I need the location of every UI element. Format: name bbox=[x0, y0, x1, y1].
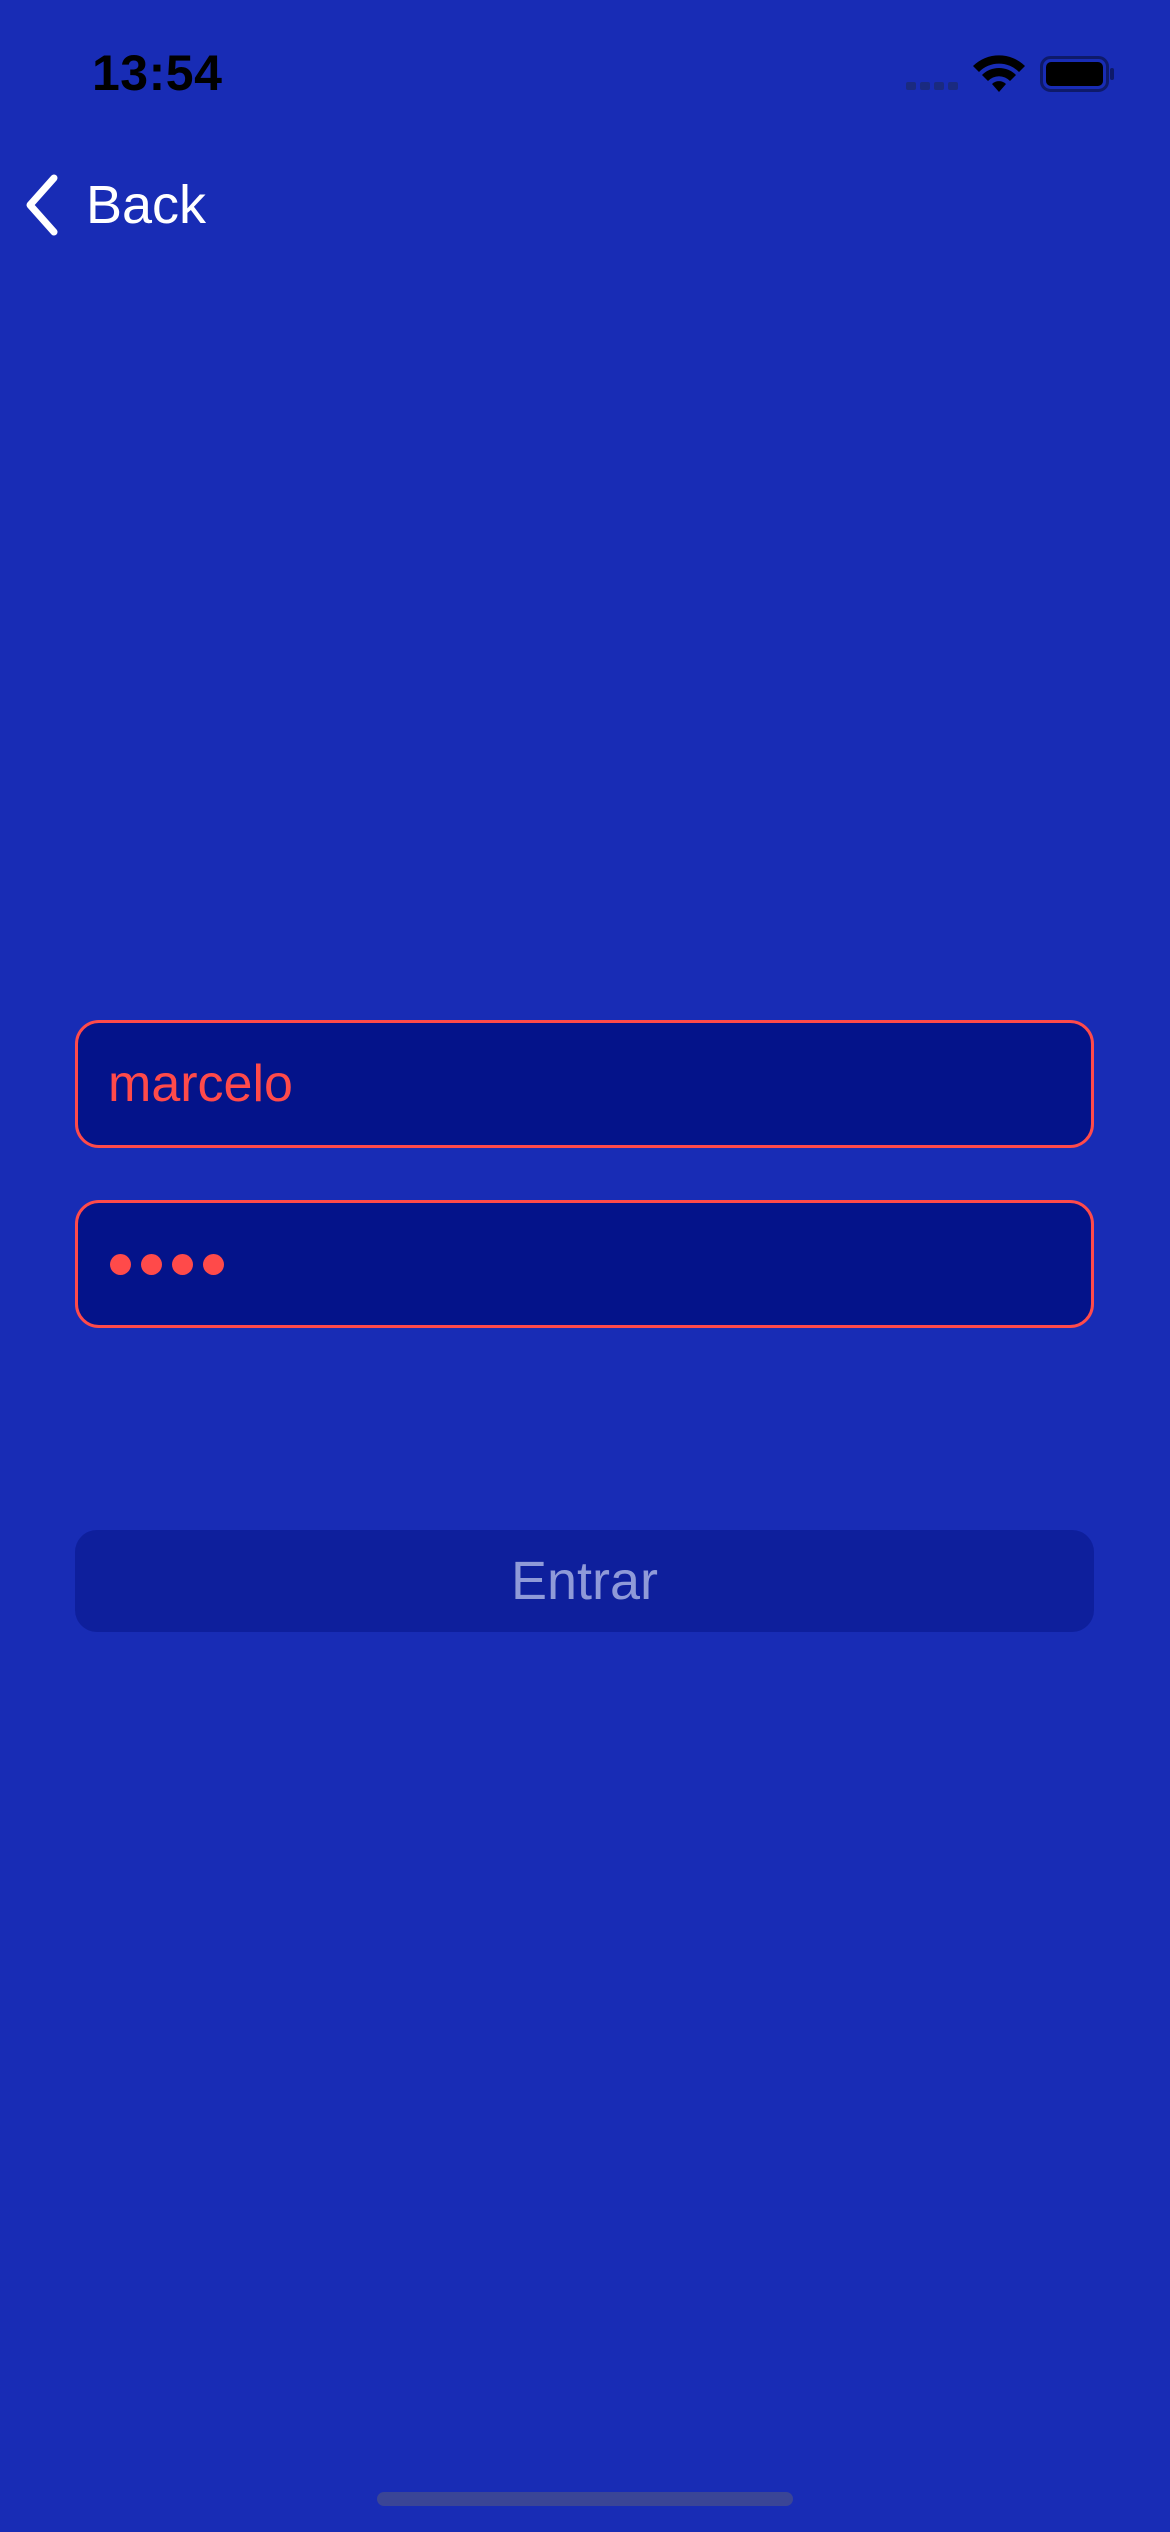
password-dot bbox=[172, 1253, 193, 1275]
chevron-left-icon bbox=[26, 174, 58, 236]
password-dot bbox=[203, 1253, 224, 1275]
home-indicator[interactable] bbox=[377, 2492, 793, 2506]
password-mask bbox=[78, 1253, 224, 1275]
password-dot bbox=[110, 1253, 131, 1275]
password-dot bbox=[141, 1253, 162, 1275]
wifi-icon bbox=[973, 55, 1025, 92]
login-button[interactable]: Entrar bbox=[75, 1530, 1094, 1632]
cellular-signal-icon bbox=[906, 80, 962, 90]
login-button-label: Entrar bbox=[510, 1551, 659, 1611]
username-input[interactable] bbox=[78, 1023, 1091, 1145]
status-bar: 13:54 bbox=[0, 0, 1170, 140]
password-field[interactable] bbox=[75, 1200, 1094, 1328]
back-label: Back bbox=[86, 175, 207, 235]
username-field[interactable] bbox=[75, 1020, 1094, 1148]
status-time: 13:54 bbox=[92, 45, 223, 101]
back-button[interactable]: Back bbox=[20, 170, 206, 240]
battery-icon bbox=[1040, 56, 1114, 92]
